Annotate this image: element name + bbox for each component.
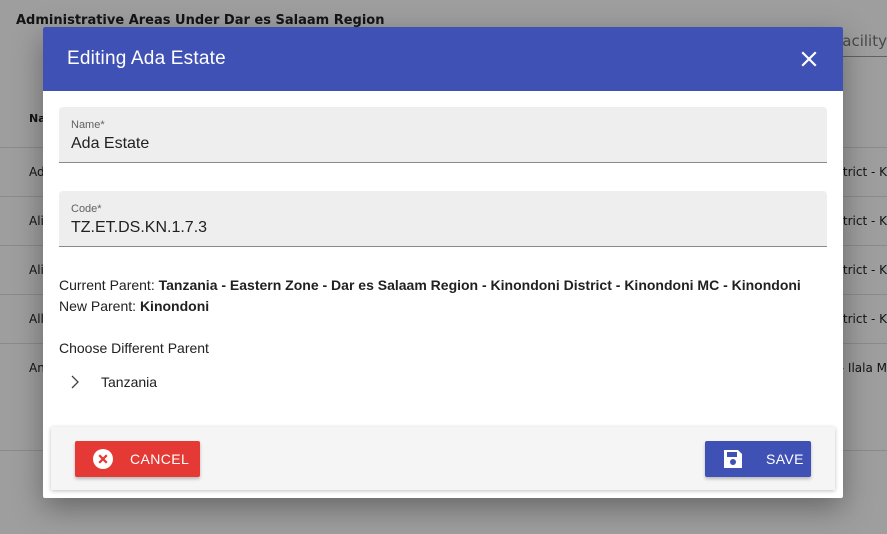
tree-item-tanzania[interactable]: Tanzania [67, 370, 157, 394]
dialog-header: Editing Ada Estate [43, 27, 843, 91]
new-parent: New Parent: Kinondoni [59, 298, 209, 314]
cancel-label: CANCEL [130, 451, 190, 467]
name-field-label: Name* [71, 119, 105, 131]
code-field[interactable]: Code* [59, 191, 827, 247]
floppy-disk-icon [722, 448, 744, 470]
new-parent-label: New Parent: [59, 298, 137, 314]
choose-parent-label: Choose Different Parent [59, 340, 209, 356]
current-parent-value: Tanzania - Eastern Zone - Dar es Salaam … [158, 277, 801, 293]
chevron-right-icon[interactable] [67, 374, 83, 390]
save-label: SAVE [766, 451, 804, 467]
dialog-actions: CANCEL SAVE [51, 427, 835, 490]
current-parent: Current Parent: Tanzania - Eastern Zone … [59, 277, 801, 293]
save-button[interactable]: SAVE [705, 441, 811, 477]
edit-dialog: Editing Ada Estate Name* Code* Current P… [43, 27, 843, 498]
cancel-circle-icon [92, 448, 114, 470]
name-input[interactable] [71, 135, 811, 153]
name-field[interactable]: Name* [59, 107, 827, 163]
current-parent-label: Current Parent: [59, 277, 155, 293]
tree-item-label: Tanzania [101, 374, 158, 390]
close-icon[interactable] [797, 47, 821, 71]
new-parent-value: Kinondoni [139, 298, 210, 314]
code-input[interactable] [71, 219, 811, 237]
code-field-label: Code* [71, 203, 102, 215]
cancel-button[interactable]: CANCEL [75, 441, 200, 477]
dialog-title: Editing Ada Estate [67, 48, 226, 69]
